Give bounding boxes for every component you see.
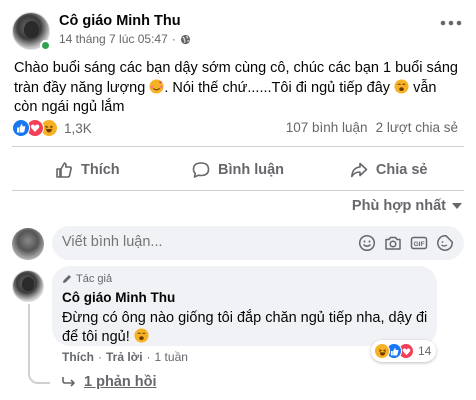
comment-reaction-count: 14	[418, 344, 432, 358]
comment-composer[interactable]: GIF	[52, 226, 464, 260]
speech-bubble-icon	[192, 162, 210, 178]
comment-text-line: để tôi ngủ!	[62, 329, 130, 345]
smiley-icon[interactable]	[358, 234, 376, 252]
comment-like-link[interactable]: Thích	[62, 350, 94, 364]
post-author[interactable]: Cô giáo Minh Thu	[59, 13, 181, 29]
composer-tools: GIF	[358, 234, 454, 252]
comment-reply-link[interactable]: Trả lời	[106, 350, 143, 364]
author-badge: Tác giả	[62, 273, 112, 285]
haha-reaction-icon	[374, 343, 390, 359]
svg-text:GIF: GIF	[414, 241, 425, 248]
engagement-counts: 107 bình luận 2 lượt chia sẻ	[286, 120, 458, 135]
comment-separator: ·	[98, 350, 102, 364]
post-text-line: tràn đầy năng lượng	[14, 79, 146, 96]
post-action-bar: Thích Bình luận Chia sẻ	[12, 152, 464, 188]
reaction-summary[interactable]: 1,3K	[12, 119, 92, 137]
reaction-count[interactable]: 1,3K	[64, 121, 92, 136]
share-button-label: Chia sẻ	[375, 162, 428, 178]
reply-thread-line	[28, 304, 50, 384]
commenter-avatar[interactable]	[12, 270, 44, 302]
comment-time[interactable]: 1 tuần	[155, 350, 188, 364]
post-meta: 14 tháng 7 lúc 05:47 ·	[59, 32, 191, 46]
reply-arrow-icon	[62, 377, 75, 387]
post-text-line: còn ngái ngủ lắm	[14, 99, 125, 115]
comment-sort-dropdown[interactable]: Phù hợp nhất	[352, 198, 462, 214]
divider	[12, 190, 464, 191]
like-button[interactable]: Thích	[12, 152, 163, 188]
like-button-label: Thích	[81, 162, 120, 178]
view-replies-label: 1 phản hồi	[84, 374, 157, 390]
more-options-icon[interactable]	[440, 20, 462, 26]
comment-separator: ·	[146, 350, 151, 364]
yawning-face-emoji-icon	[394, 78, 409, 94]
comment-button[interactable]: Bình luận	[163, 152, 314, 188]
post-text-line: Chào buổi sáng các bạn dậy sớm cùng cô, …	[14, 60, 458, 76]
post-text-line: . Nói thế chứ......Tôi đi ngủ tiếp đây	[164, 79, 391, 96]
view-replies-link[interactable]: 1 phản hồi	[62, 374, 157, 390]
share-arrow-icon	[350, 162, 368, 178]
sticker-icon[interactable]	[436, 234, 454, 252]
camera-icon[interactable]	[384, 234, 402, 252]
post-body: Chào buổi sáng các bạn dậy sớm cùng cô, …	[14, 59, 462, 118]
current-user-avatar[interactable]	[12, 228, 44, 260]
post-stats: 1,3K 107 bình luận 2 lượt chia sẻ	[12, 119, 464, 139]
online-status-icon	[40, 40, 51, 51]
yawning-face-emoji-icon	[134, 328, 149, 343]
post-text-line: vẫn	[413, 79, 437, 96]
caret-down-icon	[452, 202, 462, 209]
comment-input[interactable]	[62, 234, 322, 250]
divider	[12, 146, 464, 147]
meta-separator: ·	[171, 32, 176, 46]
thumbs-up-icon	[56, 162, 72, 178]
comment-actions: Thích · Trả lời · 1 tuần	[62, 350, 188, 364]
globe-icon[interactable]	[180, 34, 191, 45]
comment-bubble: Tác giả Cô giáo Minh Thu Đừng có ông nào…	[52, 266, 437, 346]
pencil-icon	[63, 275, 71, 283]
like-reaction-icon	[12, 119, 30, 137]
sort-label: Phù hợp nhất	[351, 198, 446, 214]
comment-count-link[interactable]: 107 bình luận	[286, 120, 368, 135]
share-count-link[interactable]: 2 lượt chia sẻ	[376, 120, 458, 135]
comment-author[interactable]: Cô giáo Minh Thu	[62, 290, 175, 305]
comment-button-label: Bình luận	[217, 162, 285, 178]
comment-reaction-summary[interactable]: 14	[371, 340, 437, 362]
post-timestamp[interactable]: 14 tháng 7 lúc 05:47	[59, 32, 168, 46]
post-header: Cô giáo Minh Thu 14 tháng 7 lúc 05:47 ·	[12, 12, 464, 52]
author-badge-label: Tác giả	[76, 273, 113, 285]
smiling-hearts-emoji-icon	[149, 78, 164, 94]
comment-text-line: Đừng có ông nào giống tôi đắp chăn ngủ t…	[62, 310, 428, 326]
share-button[interactable]: Chia sẻ	[313, 152, 464, 188]
gif-icon[interactable]: GIF	[410, 234, 428, 252]
